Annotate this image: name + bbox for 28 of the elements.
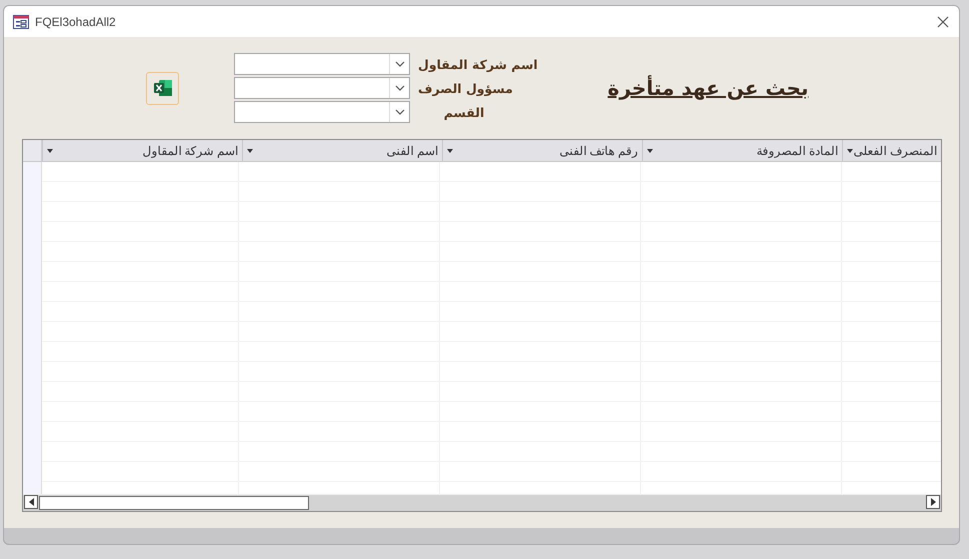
caret-icon	[394, 109, 404, 115]
caret-icon	[394, 85, 404, 91]
dropdown-arrow-icon	[47, 148, 53, 152]
close-button[interactable]	[935, 14, 951, 30]
dropdown-arrow-icon	[247, 148, 253, 152]
scroll-thumb[interactable]	[39, 496, 309, 510]
left-arrow-icon	[28, 498, 34, 506]
column-header[interactable]: المنصرف الفعلى	[842, 140, 941, 161]
excel-export-button[interactable]	[146, 72, 179, 104]
excel-icon	[154, 80, 172, 96]
column-header[interactable]: المادة المصروفة	[642, 140, 842, 161]
filter-label: مسؤول الصرف	[418, 80, 513, 96]
form-heading: بحث عن عهد متأخرة	[608, 76, 808, 100]
column-header[interactable]: رقم هاتف الفنى	[442, 140, 642, 161]
dropdown-arrow-icon	[847, 148, 853, 152]
dropdown-arrow-icon	[647, 148, 653, 152]
column-header[interactable]: اسم شركة المقاول	[42, 140, 242, 161]
column-header[interactable]: اسم الفنى	[242, 140, 442, 161]
caret-icon	[394, 61, 404, 67]
horizontal-scrollbar[interactable]	[23, 494, 941, 511]
form-icon	[13, 14, 29, 28]
filter-label: القسم	[442, 104, 486, 120]
scroll-right-button[interactable]	[926, 495, 940, 509]
scroll-left-button[interactable]	[24, 495, 38, 509]
right-arrow-icon	[930, 498, 936, 506]
window-title: FQEl3ohadAll2	[35, 14, 117, 28]
filter-label: اسم شركة المقاول	[418, 56, 538, 72]
dropdown-arrow-icon	[447, 148, 453, 152]
